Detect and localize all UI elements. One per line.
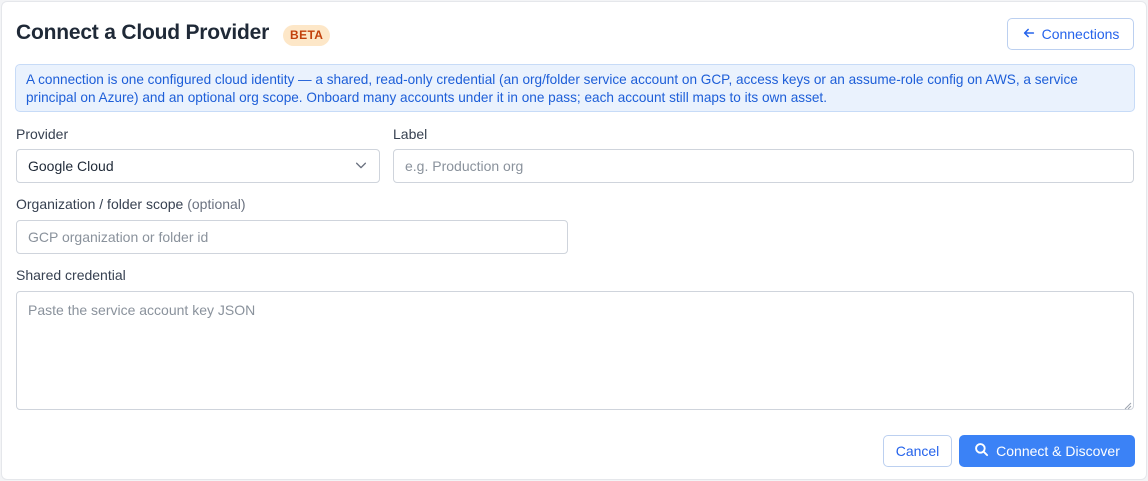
provider-select-value: Google Cloud xyxy=(28,158,114,174)
cancel-button[interactable]: Cancel xyxy=(883,435,952,467)
page-title: Connect a Cloud Provider xyxy=(16,21,270,44)
credential-textarea[interactable] xyxy=(16,291,1134,410)
connections-back-button[interactable]: Connections xyxy=(1007,18,1134,50)
label-field-label: Label xyxy=(393,126,428,142)
resize-handle-icon[interactable] xyxy=(1122,397,1132,410)
scope-optional-hint: (optional) xyxy=(187,196,246,212)
chevron-down-icon xyxy=(354,158,368,175)
scope-label-text: Organization / folder scope xyxy=(16,196,184,212)
scope-input[interactable] xyxy=(16,220,568,254)
label-input[interactable] xyxy=(393,149,1134,183)
connect-provider-card: Connect a Cloud Provider BETA Connection… xyxy=(1,1,1147,480)
connections-back-label: Connections xyxy=(1041,26,1120,42)
beta-badge: BETA xyxy=(283,25,331,46)
provider-select[interactable]: Google Cloud xyxy=(16,149,380,183)
arrow-left-icon xyxy=(1022,26,1036,43)
scope-label: Organization / folder scope (optional) xyxy=(16,196,246,212)
provider-label: Provider xyxy=(16,126,69,142)
connect-discover-button[interactable]: Connect & Discover xyxy=(959,435,1135,467)
connect-discover-label: Connect & Discover xyxy=(996,443,1120,459)
credential-label: Shared credential xyxy=(16,267,126,283)
info-banner: A connection is one configured cloud ide… xyxy=(15,64,1135,112)
search-icon xyxy=(974,442,989,460)
